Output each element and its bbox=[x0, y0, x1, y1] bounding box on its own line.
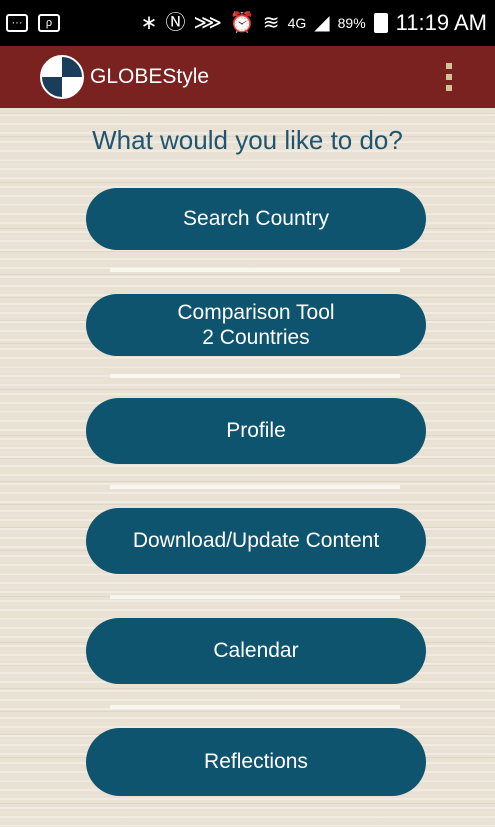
alarm-icon: ⏰ bbox=[229, 12, 255, 34]
mute-icon: ⋙ bbox=[193, 12, 222, 34]
search-country-button[interactable]: Search Country bbox=[86, 188, 426, 250]
divider bbox=[110, 595, 400, 599]
divider bbox=[110, 485, 400, 489]
cast-icon: ρ bbox=[38, 14, 60, 32]
bluetooth-icon: ∗ bbox=[140, 12, 158, 34]
divider bbox=[110, 374, 400, 378]
button-label: Search Country bbox=[183, 207, 329, 231]
divider bbox=[110, 705, 400, 709]
globe-logo-icon bbox=[40, 55, 84, 99]
button-label: Reflections bbox=[204, 750, 308, 774]
button-label: 2 Countries bbox=[202, 326, 310, 349]
network-type: 4G bbox=[287, 15, 307, 31]
profile-button[interactable]: Profile bbox=[86, 398, 426, 464]
app-title: GLOBEStyle bbox=[90, 65, 210, 88]
button-label: Profile bbox=[226, 419, 286, 443]
nfc-icon: Ⓝ bbox=[165, 12, 186, 34]
battery-icon bbox=[373, 13, 388, 33]
button-label: Download/Update Content bbox=[132, 529, 380, 553]
signal-icon: ◢ bbox=[314, 12, 330, 34]
download-update-button[interactable]: Download/Update Content bbox=[86, 508, 426, 574]
clock: 11:19 AM bbox=[395, 10, 487, 35]
wifi-icon: ≋ bbox=[262, 12, 280, 34]
comparison-tool-button[interactable]: Comparison Tool 2 Countries bbox=[86, 294, 426, 356]
button-label: Comparison Tool bbox=[177, 300, 335, 324]
status-bar: ··· ρ ∗ Ⓝ ⋙ ⏰ ≋ 4G ◢ 89% 11:19 AM bbox=[0, 0, 495, 46]
main-content: What would you like to do? Search Countr… bbox=[0, 108, 495, 827]
battery-percent: 89% bbox=[337, 15, 366, 31]
message-icon: ··· bbox=[6, 14, 28, 32]
page-prompt: What would you like to do? bbox=[92, 125, 403, 155]
button-label: Calendar bbox=[213, 639, 299, 663]
divider bbox=[110, 268, 400, 272]
app-bar: GLOBEStyle bbox=[0, 46, 495, 108]
calendar-button[interactable]: Calendar bbox=[86, 618, 426, 684]
overflow-menu-icon[interactable] bbox=[439, 57, 459, 97]
reflections-button[interactable]: Reflections bbox=[86, 728, 426, 796]
